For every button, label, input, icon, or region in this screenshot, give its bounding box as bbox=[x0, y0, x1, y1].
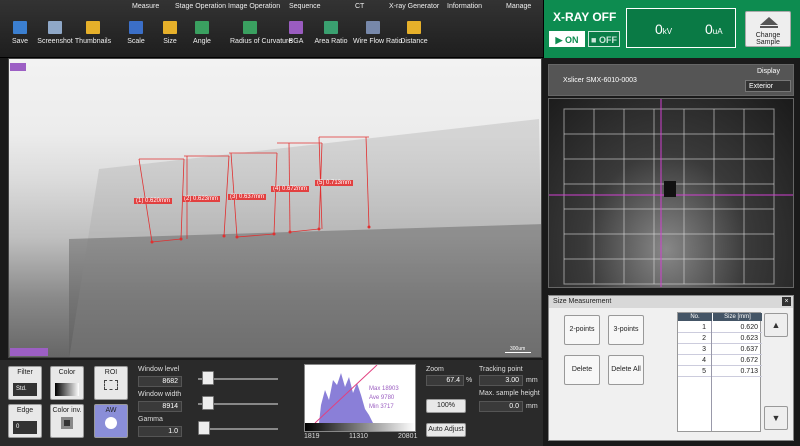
invert-icon bbox=[61, 417, 73, 429]
table-row[interactable]: 3 0.637 bbox=[678, 345, 762, 355]
bga-button[interactable]: BGA bbox=[276, 18, 316, 56]
size-measurement-title: Size Measurement bbox=[549, 296, 793, 308]
measure-label-3[interactable]: (3) 0.637mm bbox=[228, 194, 267, 200]
menu-xray-generator[interactable]: X-ray Generator bbox=[389, 3, 439, 10]
screenshot-icon bbox=[48, 21, 62, 34]
scroll-down-button[interactable]: ▼ bbox=[764, 406, 788, 430]
size-icon bbox=[163, 21, 177, 34]
tracking-point-value[interactable]: 3.00 bbox=[479, 375, 523, 386]
window-width-value[interactable]: 8914 bbox=[138, 401, 182, 412]
eject-icon bbox=[760, 17, 778, 25]
scroll-up-button[interactable]: ▲ bbox=[764, 313, 788, 337]
zoom-100-button[interactable]: 100% bbox=[426, 399, 466, 413]
table-row[interactable]: 5 0.713 bbox=[678, 367, 762, 377]
xray-image-viewer[interactable]: (1) 0.620mm (2) 0.623mm (3) 0.637mm (4) … bbox=[8, 58, 542, 358]
area-ratio-icon bbox=[324, 21, 338, 34]
measure-label-1[interactable]: (1) 0.620mm bbox=[134, 198, 173, 204]
distance-icon bbox=[407, 21, 421, 34]
three-points-button[interactable]: 3-points bbox=[608, 315, 644, 345]
table-row[interactable]: 4 0.672 bbox=[678, 356, 762, 366]
zoom-value[interactable]: 67.4 bbox=[426, 375, 464, 386]
menu-stage-operation[interactable]: Stage Operation bbox=[175, 3, 226, 10]
wire-flow-ratio-button[interactable]: Wire Flow Ratio bbox=[353, 18, 402, 56]
measure-label-5[interactable]: (5) 0.713mm bbox=[315, 180, 354, 186]
save-button[interactable]: Save bbox=[0, 18, 40, 56]
edge-control[interactable]: Edge 0 bbox=[8, 404, 42, 438]
folder-icon bbox=[86, 21, 100, 34]
menu-image-operation[interactable]: Image Operation bbox=[228, 3, 280, 10]
magnification-badge bbox=[10, 348, 48, 356]
wire-flow-icon bbox=[366, 21, 380, 34]
table-row[interactable]: 2 0.623 bbox=[678, 334, 762, 344]
menu-manage[interactable]: Manage bbox=[506, 3, 531, 10]
histogram-gradient bbox=[305, 423, 415, 431]
edge-select[interactable]: 0 bbox=[13, 421, 37, 434]
gamma-slider[interactable] bbox=[198, 428, 278, 430]
col-no: No. bbox=[678, 313, 712, 321]
color-select[interactable] bbox=[55, 383, 79, 396]
table-row[interactable]: 1 0.620 bbox=[678, 323, 762, 333]
bga-icon bbox=[289, 21, 303, 34]
scale-icon bbox=[129, 21, 143, 34]
roi-button[interactable]: ROI bbox=[94, 366, 128, 400]
two-points-button[interactable]: 2-points bbox=[564, 315, 600, 345]
filter-control[interactable]: Filter Std. bbox=[8, 366, 42, 400]
xray-readout: 0kV 0uA bbox=[626, 8, 736, 48]
col-size: Size [mm] bbox=[712, 313, 762, 321]
menu-sequence[interactable]: Sequence bbox=[289, 3, 321, 10]
kv-readout: 0kV bbox=[655, 21, 673, 37]
curvature-icon bbox=[243, 21, 257, 34]
auto-adjust-button[interactable]: Auto Adjust bbox=[426, 423, 466, 437]
gamma-knob[interactable] bbox=[198, 421, 210, 435]
filter-select[interactable]: Std. bbox=[13, 383, 37, 396]
image-badge bbox=[10, 63, 26, 71]
delete-button[interactable]: Delete bbox=[564, 355, 600, 385]
angle-icon bbox=[195, 21, 209, 34]
close-icon[interactable]: × bbox=[782, 297, 791, 306]
scale-bar bbox=[505, 352, 531, 353]
save-icon bbox=[13, 21, 27, 34]
measure-label-4[interactable]: (4) 0.672mm bbox=[271, 186, 310, 192]
measurement-overlay bbox=[69, 119, 541, 357]
aw-button[interactable]: AW bbox=[94, 404, 128, 438]
distance-button[interactable]: Distance bbox=[394, 18, 434, 56]
menu-measure[interactable]: Measure bbox=[132, 3, 159, 10]
xray-status: X-RAY OFF bbox=[553, 10, 617, 24]
display-select[interactable]: Exterior bbox=[745, 80, 791, 92]
histogram[interactable]: Max 18903 Ave 9780 Min 3717 bbox=[304, 364, 416, 432]
menu-bar: Measure Stage Operation Image Operation … bbox=[0, 0, 543, 14]
window-level-knob[interactable] bbox=[202, 371, 214, 385]
histogram-plot bbox=[314, 365, 378, 423]
thumbnails-button[interactable]: Thumbnails bbox=[73, 18, 113, 56]
size-table[interactable]: No. Size [mm] 1 0.620 2 0.623 3 0.637 4 0.67… bbox=[677, 312, 762, 432]
color-inv-button[interactable]: Color inv. bbox=[50, 404, 84, 438]
change-sample-button[interactable]: Change Sample bbox=[745, 11, 791, 47]
measure-label-2[interactable]: (2) 0.623mm bbox=[182, 196, 221, 202]
color-control[interactable]: Color bbox=[50, 366, 84, 400]
radius-of-curvature-button[interactable]: Radius of Curvature bbox=[230, 18, 292, 56]
roi-icon bbox=[104, 380, 118, 390]
angle-button[interactable]: Angle bbox=[182, 18, 222, 56]
max-sample-height-value[interactable]: 0.0 bbox=[479, 401, 523, 412]
screenshot-button[interactable]: Screenshot bbox=[35, 18, 75, 56]
camera-header: Xslicer SMX-6010-0003 Display Exterior bbox=[548, 64, 794, 96]
menu-information[interactable]: Information bbox=[447, 3, 482, 10]
xray-off-button[interactable]: ■ OFF bbox=[588, 31, 620, 47]
ua-readout: 0uA bbox=[705, 21, 723, 37]
window-width-knob[interactable] bbox=[202, 396, 214, 410]
camera-model: Xslicer SMX-6010-0003 bbox=[563, 77, 637, 84]
xray-on-button[interactable]: ▶ ON bbox=[549, 31, 585, 47]
camera-view[interactable] bbox=[548, 98, 794, 288]
delete-all-button[interactable]: Delete All bbox=[608, 355, 644, 385]
camera-grid bbox=[549, 99, 793, 287]
gamma-value[interactable]: 1.0 bbox=[138, 426, 182, 437]
window-level-value[interactable]: 8682 bbox=[138, 376, 182, 387]
auto-window-icon bbox=[105, 417, 117, 429]
menu-ct[interactable]: CT bbox=[355, 3, 364, 10]
area-ratio-button[interactable]: Area Ratio bbox=[311, 18, 351, 56]
